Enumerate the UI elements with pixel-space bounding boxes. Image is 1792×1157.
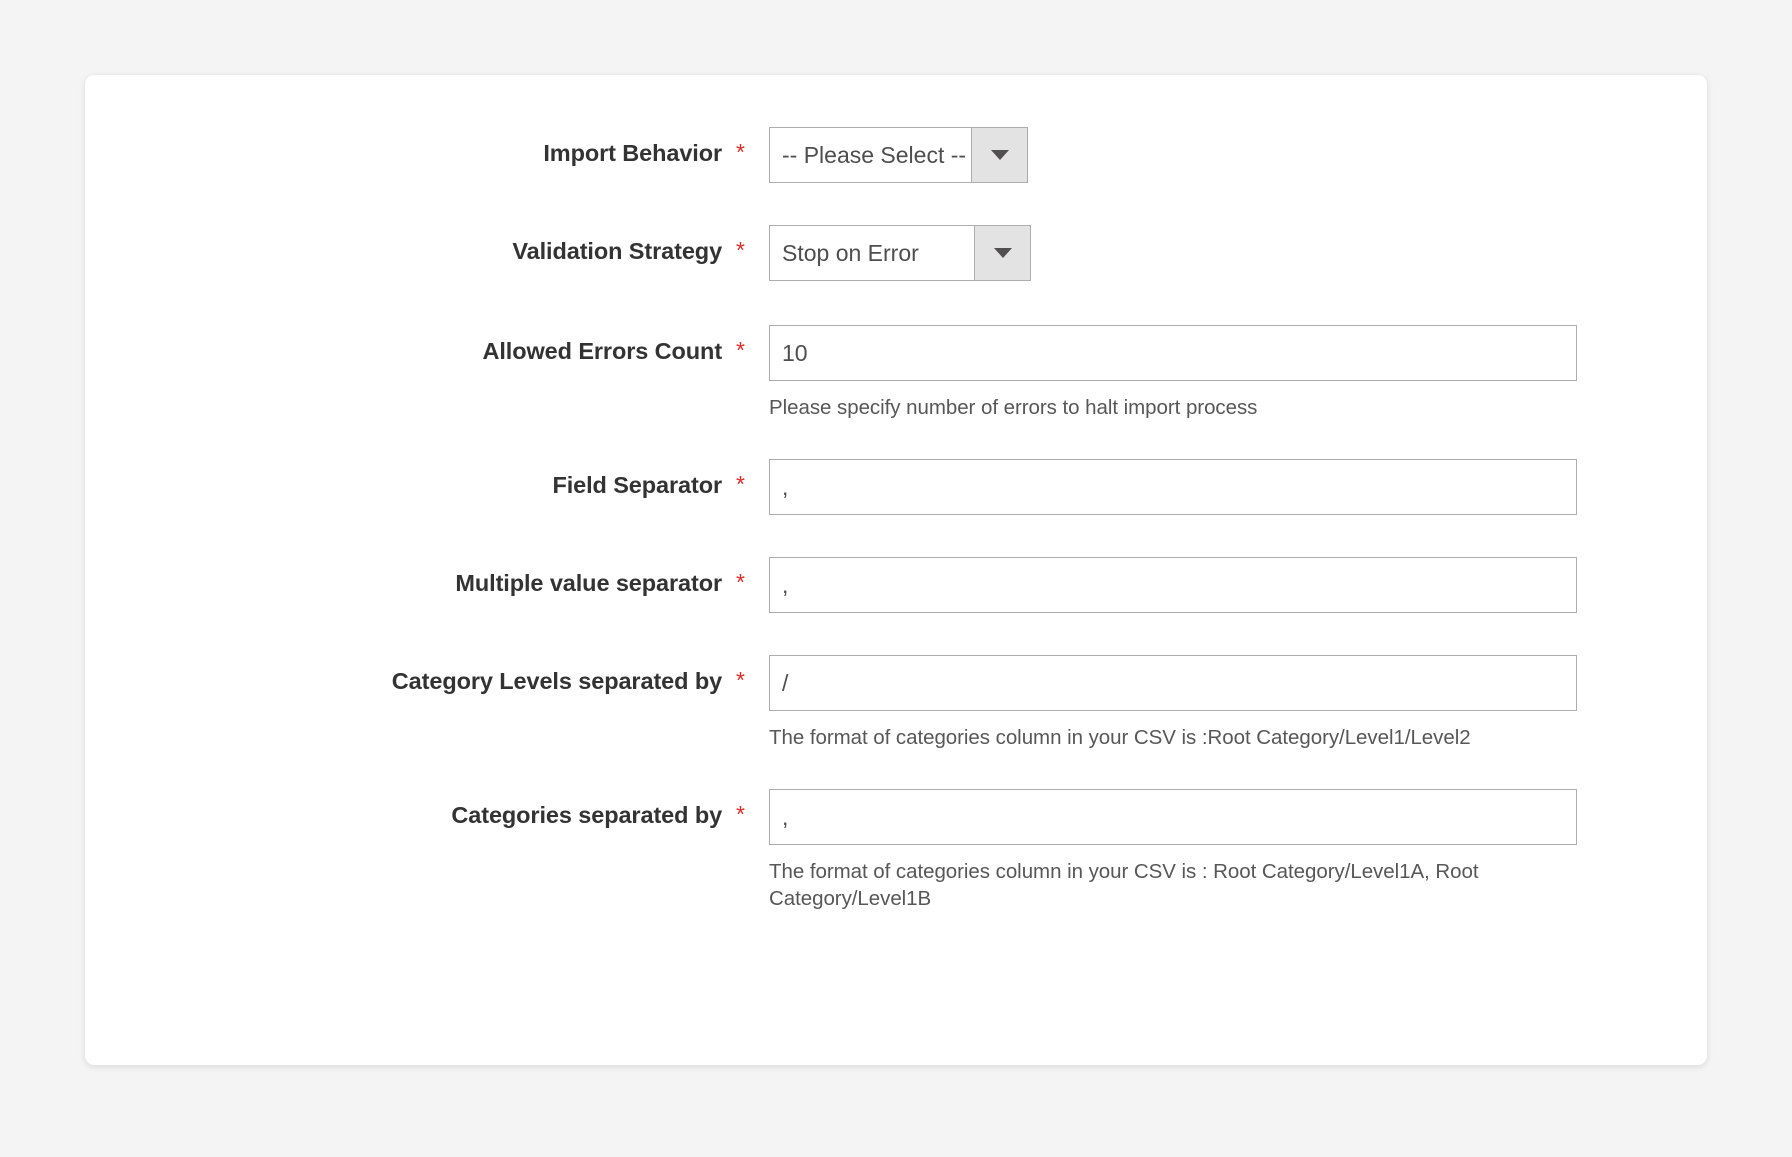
control-col-validation-strategy: Stop on Error (745, 225, 1707, 281)
select-import-behavior-value: -- Please Select -- (782, 141, 967, 168)
chevron-down-icon (990, 150, 1009, 160)
note-categories-separated-by: The format of categories column in your … (769, 860, 1479, 911)
required-asterisk-allowed-errors-count: * (736, 337, 745, 363)
required-asterisk-category-levels-separated-by: * (736, 667, 745, 694)
required-asterisk-validation-strategy: * (736, 237, 745, 263)
required-asterisk-multiple-value-separator: * (736, 569, 745, 596)
select-import-behavior-toggle[interactable] (971, 128, 1027, 182)
select-validation-strategy[interactable]: Stop on Error (769, 225, 1031, 281)
required-asterisk-field-separator: * (736, 471, 745, 498)
label-import-behavior: Import Behavior (543, 140, 723, 166)
field-row-validation-strategy: Validation Strategy * Stop on Error (85, 225, 1707, 281)
note-allowed-errors-count: Please specify number of errors to halt … (769, 396, 1258, 419)
field-row-import-behavior: Import Behavior * -- Please Select -- (85, 127, 1707, 183)
field-row-multiple-value-separator: Multiple value separator * (85, 557, 1707, 614)
import-settings-form: Import Behavior * -- Please Select -- Va… (85, 127, 1707, 912)
label-allowed-errors-count: Allowed Errors Count (482, 338, 723, 364)
control-col-categories-separated-by: The format of categories column in your … (745, 789, 1707, 912)
allowed-errors-count-input[interactable] (769, 325, 1577, 381)
field-row-field-separator: Field Separator * (85, 459, 1707, 516)
categories-separated-by-input[interactable] (769, 789, 1577, 846)
label-col-validation-strategy: Validation Strategy * (85, 225, 745, 265)
select-validation-strategy-value: Stop on Error (782, 239, 919, 266)
field-row-allowed-errors-count: Allowed Errors Count * Please specify nu… (85, 325, 1707, 421)
label-category-levels-separated-by: Category Levels separated by (391, 668, 723, 695)
page-background: Import Behavior * -- Please Select -- Va… (0, 0, 1792, 1157)
label-col-import-behavior: Import Behavior * (85, 127, 745, 167)
label-col-multiple-value-separator: Multiple value separator * (85, 557, 745, 597)
label-field-separator: Field Separator (552, 472, 723, 499)
field-row-category-levels-separated-by: Category Levels separated by * The forma… (85, 655, 1707, 751)
label-categories-separated-by: Categories separated by (451, 802, 723, 829)
category-levels-separated-by-input[interactable] (769, 655, 1577, 712)
required-asterisk-categories-separated-by: * (736, 801, 745, 828)
label-validation-strategy: Validation Strategy (512, 238, 723, 264)
field-separator-input[interactable] (769, 459, 1577, 516)
chevron-down-icon (993, 248, 1012, 258)
label-col-category-levels-separated-by: Category Levels separated by * (85, 655, 745, 695)
control-col-field-separator (745, 459, 1707, 516)
multiple-value-separator-input[interactable] (769, 557, 1577, 614)
label-col-allowed-errors-count: Allowed Errors Count * (85, 325, 746, 365)
select-import-behavior[interactable]: -- Please Select -- (769, 127, 1028, 183)
control-col-category-levels-separated-by: The format of categories column in your … (745, 655, 1707, 751)
settings-card: Import Behavior * -- Please Select -- Va… (85, 75, 1707, 1065)
control-col-allowed-errors-count: Please specify number of errors to halt … (745, 325, 1707, 421)
label-col-field-separator: Field Separator * (85, 459, 745, 499)
select-validation-strategy-toggle[interactable] (974, 226, 1030, 280)
required-asterisk-import-behavior: * (736, 139, 745, 165)
note-category-levels-separated-by: The format of categories column in your … (769, 726, 1471, 750)
field-row-categories-separated-by: Categories separated by * The format of … (85, 789, 1707, 912)
control-col-multiple-value-separator (745, 557, 1707, 614)
control-col-import-behavior: -- Please Select -- (745, 127, 1707, 183)
label-multiple-value-separator: Multiple value separator (455, 570, 723, 597)
label-col-categories-separated-by: Categories separated by * (85, 789, 745, 829)
